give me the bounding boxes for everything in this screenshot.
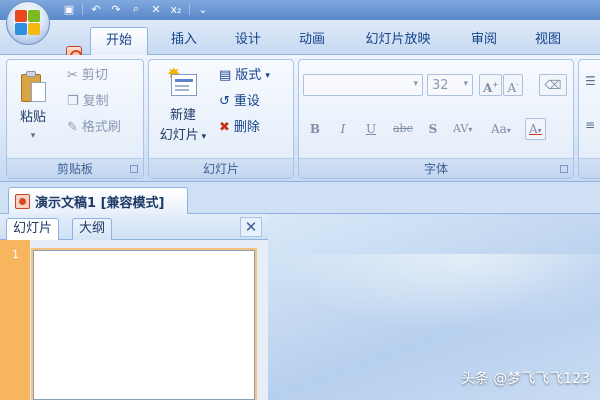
dialog-launcher-icon[interactable] [130, 165, 138, 173]
change-case-button[interactable]: Aa▾ [487, 118, 515, 140]
chevron-down-icon: ▾ [463, 79, 468, 89]
font-group: ▾ 32 ▾ A+ A- ⌫ B I U abc S AV▾ Aa▾ A▾ 字体 [298, 59, 574, 179]
reset-label: 重设 [233, 94, 260, 109]
new-slide-button[interactable]: ✸ 新建 幻灯片 ▾ [153, 62, 213, 150]
document-tab-bar: 演示文稿1 [兼容模式] [0, 182, 600, 214]
bold-button[interactable]: B [305, 118, 325, 140]
slides-panel: 幻灯片 大纲 ✕ 1 [0, 214, 268, 400]
quick-access-customize-icon[interactable]: ✕ [149, 2, 163, 16]
delete-icon: ✖ [219, 120, 230, 135]
clipboard-group-label: 剪贴板 [7, 158, 143, 178]
tab-outline[interactable]: 大纲 [72, 218, 113, 240]
layout-icon: ▤ [219, 68, 232, 83]
tab-slide-show[interactable]: 幻灯片放映 [350, 27, 446, 55]
copy-icon: ❐ [67, 94, 79, 109]
tab-view[interactable]: 视图 [522, 27, 574, 55]
watermark: 头条 @梦飞飞飞123 [460, 371, 590, 387]
delete-label: 删除 [233, 120, 260, 135]
ribbon: 粘贴 ▾ ✂ 剪切 ❐ 复制 ✎ 格式刷 剪贴板 ✸ 新建 幻灯片 ▾ [0, 55, 600, 182]
align-left-icon[interactable]: ≡ [585, 118, 595, 132]
paragraph-group: ☰ ≡ [578, 59, 600, 179]
undo-icon[interactable]: ↶ [89, 2, 103, 16]
slide-number: 1 [12, 248, 19, 261]
office-logo [15, 10, 41, 36]
tab-slides[interactable]: 幻灯片 [6, 218, 60, 240]
qat-separator [189, 3, 190, 15]
office-button[interactable] [6, 1, 50, 45]
powerpoint-icon [15, 193, 30, 209]
new-slide-label-line1: 新建 [169, 108, 196, 123]
copy-label: 复制 [82, 94, 109, 109]
format-painter-button[interactable]: ✎ 格式刷 [67, 118, 121, 138]
paragraph-group-label [579, 158, 600, 178]
layout-label: 版式 [235, 68, 262, 83]
cut-icon: ✂ [67, 68, 78, 83]
format-painter-label: 格式刷 [81, 120, 121, 135]
chevron-down-icon: ▾ [468, 125, 473, 134]
font-group-label: 字体 [299, 158, 573, 178]
redo-icon[interactable]: ↷ [109, 2, 123, 16]
reset-icon: ↺ [219, 94, 230, 109]
qat-separator [82, 3, 83, 15]
title-bar: ▣ ↶ ↷ ⌕ ✕ x₂ ⌄ [0, 0, 600, 20]
new-slide-label-line2: 幻灯片 ▾ [159, 128, 207, 143]
shadow-button[interactable]: S [423, 118, 443, 140]
paste-icon [19, 70, 47, 106]
close-icon[interactable]: ✕ [240, 217, 262, 237]
copy-button[interactable]: ❐ 复制 [67, 92, 109, 112]
font-name-dropdown[interactable]: ▾ [303, 74, 423, 96]
character-spacing-button[interactable]: AV▾ [449, 118, 476, 140]
panel-tabs: 幻灯片 大纲 ✕ [0, 214, 268, 240]
clipboard-group: 粘贴 ▾ ✂ 剪切 ❐ 复制 ✎ 格式刷 剪贴板 [6, 59, 144, 179]
print-preview-icon[interactable]: ⌕ [129, 2, 143, 16]
reset-button[interactable]: ↺ 重设 [219, 92, 260, 112]
chevron-down-icon: ▾ [265, 71, 270, 81]
clear-formatting-icon[interactable]: ⌫ [539, 74, 567, 96]
bullets-icon[interactable]: ☰ [585, 74, 596, 88]
ribbon-tab-row: 开始 插入 设计 动画 幻灯片放映 审阅 视图 [0, 20, 600, 62]
grow-font-button[interactable]: A+ [479, 74, 503, 96]
slide-thumbnail[interactable] [33, 250, 255, 400]
slide-editing-area[interactable]: 头条 @梦飞飞飞123 [268, 214, 600, 400]
tab-animations[interactable]: 动画 [286, 27, 338, 55]
chevron-down-icon: ▾ [413, 79, 418, 89]
italic-button[interactable]: I [333, 118, 353, 140]
slides-group: ✸ 新建 幻灯片 ▾ ▤ 版式 ▾ ↺ 重设 ✖ 删除 幻灯片 [148, 59, 294, 179]
document-tab-title: 演示文稿1 [兼容模式] [35, 195, 165, 211]
delete-button[interactable]: ✖ 删除 [219, 118, 260, 138]
font-size-value: 32 [432, 78, 449, 93]
underline-button[interactable]: U [361, 118, 381, 140]
format-painter-icon: ✎ [67, 120, 78, 135]
quick-access-toolbar: ▣ ↶ ↷ ⌕ ✕ x₂ ⌄ [62, 0, 210, 18]
slides-group-label: 幻灯片 [149, 158, 293, 178]
tab-insert[interactable]: 插入 [158, 27, 210, 55]
dialog-launcher-icon[interactable] [560, 165, 568, 173]
font-size-dropdown[interactable]: 32 ▾ [427, 74, 473, 96]
new-slide-icon: ✸ [167, 66, 197, 100]
shrink-font-button[interactable]: A- [503, 74, 523, 96]
tab-design[interactable]: 设计 [222, 27, 274, 55]
cut-button[interactable]: ✂ 剪切 [67, 66, 108, 86]
chevron-down-icon: ▾ [506, 126, 511, 135]
quick-access-extra-icon[interactable]: x₂ [169, 2, 183, 16]
chevron-down-icon: ▾ [30, 131, 36, 141]
background-highlight [268, 254, 600, 334]
paste-button[interactable]: 粘贴 ▾ [11, 64, 55, 152]
tab-home[interactable]: 开始 [90, 27, 148, 55]
layout-button[interactable]: ▤ 版式 ▾ [219, 66, 270, 86]
chevron-down-icon: ▾ [537, 126, 542, 135]
strikethrough-button[interactable]: abc [389, 118, 417, 140]
slides-list: 1 [0, 240, 268, 400]
cut-label: 剪切 [81, 68, 108, 83]
document-tab[interactable]: 演示文稿1 [兼容模式] [8, 187, 188, 214]
font-color-button[interactable]: A▾ [525, 118, 546, 140]
tab-review[interactable]: 审阅 [458, 27, 510, 55]
chevron-down-icon[interactable]: ⌄ [196, 2, 210, 16]
chevron-down-icon: ▾ [198, 132, 207, 142]
save-icon[interactable]: ▣ [62, 2, 76, 16]
paste-label: 粘贴 [19, 110, 46, 125]
